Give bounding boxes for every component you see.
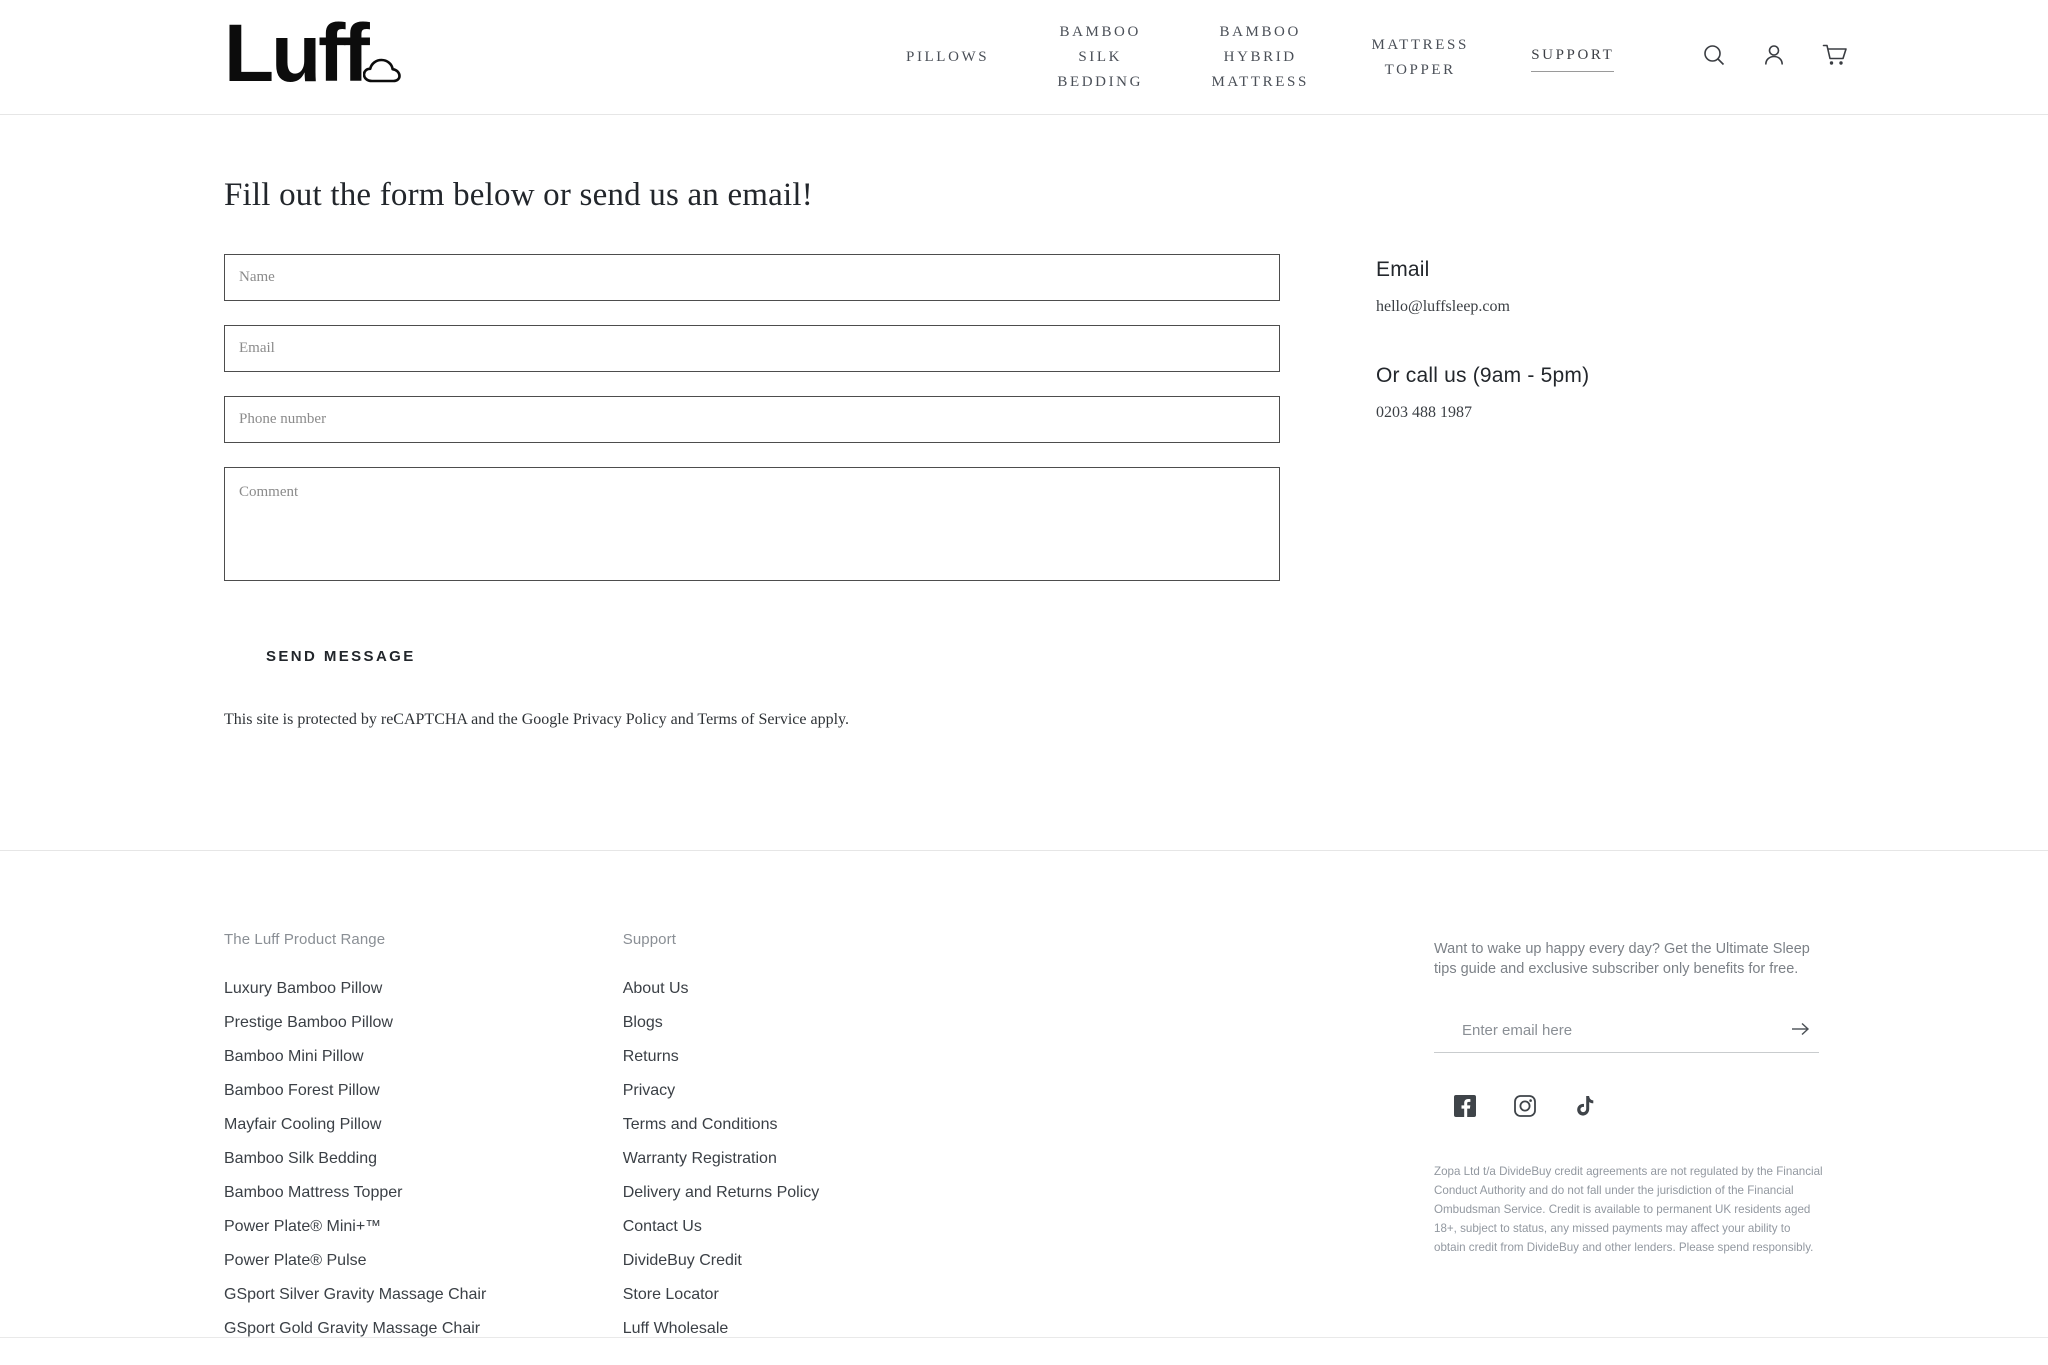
nav-label: MATTRESS TOPPER bbox=[1371, 36, 1469, 78]
footer-link[interactable]: Bamboo Mattress Topper bbox=[224, 1176, 623, 1210]
phone-heading: Or call us (9am - 5pm) bbox=[1376, 364, 1590, 387]
email-block: Email hello@luffsleep.com bbox=[1376, 258, 1589, 316]
footer-link[interactable]: Power Plate® Pulse bbox=[224, 1244, 623, 1278]
email-address[interactable]: hello@luffsleep.com bbox=[1376, 298, 1589, 316]
footer-bottom-divider bbox=[0, 1337, 2048, 1338]
footer-link[interactable]: Warranty Registration bbox=[623, 1142, 1434, 1176]
page-title: Fill out the form below or send us an em… bbox=[224, 177, 813, 213]
footer-link[interactable]: Power Plate® Mini+™ bbox=[224, 1210, 623, 1244]
footer-column-products: The Luff Product Range Luxury Bamboo Pil… bbox=[224, 931, 623, 1346]
footer-link[interactable]: Mayfair Cooling Pillow bbox=[224, 1108, 623, 1142]
footer-column-newsletter: Want to wake up happy every day? Get the… bbox=[1434, 931, 1824, 1346]
facebook-icon[interactable] bbox=[1454, 1095, 1476, 1122]
footer-link[interactable]: Contact Us bbox=[623, 1210, 1434, 1244]
footer-link[interactable]: Bamboo Silk Bedding bbox=[224, 1142, 623, 1176]
name-input[interactable] bbox=[224, 254, 1280, 301]
footer-link[interactable]: Prestige Bamboo Pillow bbox=[224, 1006, 623, 1040]
nav-label: BAMBOO SILK BEDDING bbox=[1057, 24, 1144, 90]
instagram-icon[interactable] bbox=[1514, 1095, 1536, 1122]
newsletter-email-input[interactable] bbox=[1434, 1022, 1734, 1039]
nav-item-pillows[interactable]: PILLOWS bbox=[880, 45, 1015, 70]
nav-item-bamboo-silk-bedding[interactable]: BAMBOO SILK BEDDING bbox=[1015, 20, 1185, 95]
site-header: Luff PILLOWS BAMBOO SILK BEDDING BAMBOO … bbox=[0, 0, 2048, 115]
footer-link[interactable]: Blogs bbox=[623, 1006, 1434, 1040]
page-root: Luff PILLOWS BAMBOO SILK BEDDING BAMBOO … bbox=[0, 0, 2048, 1365]
comment-textarea[interactable] bbox=[224, 467, 1280, 581]
logo-text: Luff bbox=[224, 8, 370, 99]
cart-icon[interactable] bbox=[1822, 43, 1848, 72]
site-footer: The Luff Product Range Luxury Bamboo Pil… bbox=[0, 851, 2048, 1346]
footer-link[interactable]: DivideBuy Credit bbox=[623, 1244, 1434, 1278]
search-icon[interactable] bbox=[1702, 43, 1726, 72]
footer-link[interactable]: Privacy bbox=[623, 1074, 1434, 1108]
email-heading: Email bbox=[1376, 258, 1430, 281]
footer-support-title: Support bbox=[622, 931, 676, 948]
nav-item-support[interactable]: SUPPORT bbox=[1505, 43, 1640, 72]
contact-section: Fill out the form below or send us an em… bbox=[0, 177, 2048, 850]
footer-link[interactable]: Bamboo Mini Pillow bbox=[224, 1040, 623, 1074]
footer-link[interactable]: Returns bbox=[623, 1040, 1434, 1074]
footer-link[interactable]: Terms and Conditions bbox=[623, 1108, 1434, 1142]
nav-item-bamboo-hybrid-mattress[interactable]: BAMBOO HYBRID MATTRESS bbox=[1185, 20, 1335, 95]
newsletter-form bbox=[1434, 1009, 1819, 1053]
header-icon-group bbox=[1702, 0, 1848, 115]
recaptcha-notice: This site is protected by reCAPTCHA and … bbox=[224, 711, 849, 728]
email-input[interactable] bbox=[224, 325, 1280, 372]
nav-label: SUPPORT bbox=[1531, 47, 1615, 63]
contact-layout: SEND MESSAGE This site is protected by r… bbox=[224, 254, 1824, 729]
footer-link[interactable]: About Us bbox=[623, 972, 1434, 1006]
newsletter-description: Want to wake up happy every day? Get the… bbox=[1434, 941, 1810, 977]
user-icon[interactable] bbox=[1762, 43, 1786, 72]
arrow-right-icon bbox=[1791, 1021, 1811, 1040]
newsletter-submit-button[interactable] bbox=[1783, 1017, 1819, 1044]
legal-disclaimer: Zopa Ltd t/a DivideBuy credit agreements… bbox=[1434, 1165, 1823, 1254]
site-logo[interactable]: Luff bbox=[224, 10, 401, 98]
nav-active-underline bbox=[1531, 71, 1615, 72]
footer-column-support: Support About Us Blogs Returns Privacy T… bbox=[623, 931, 1434, 1346]
social-links bbox=[1434, 1095, 1824, 1122]
cloud-icon bbox=[362, 57, 401, 88]
tiktok-icon[interactable] bbox=[1574, 1095, 1594, 1122]
phone-block: Or call us (9am - 5pm) 0203 488 1987 bbox=[1376, 364, 1589, 422]
footer-link[interactable]: GSport Gold Gravity Massage Chair bbox=[224, 1312, 623, 1346]
footer-link[interactable]: Luxury Bamboo Pillow bbox=[224, 972, 623, 1006]
footer-link[interactable]: Luff Wholesale bbox=[623, 1312, 1434, 1346]
footer-link[interactable]: Store Locator bbox=[623, 1278, 1434, 1312]
send-message-button[interactable]: SEND MESSAGE bbox=[252, 638, 430, 675]
phone-input[interactable] bbox=[224, 396, 1280, 443]
footer-link[interactable]: Delivery and Returns Policy bbox=[623, 1176, 1434, 1210]
contact-info: Email hello@luffsleep.com Or call us (9a… bbox=[1376, 254, 1589, 729]
footer-link[interactable]: GSport Silver Gravity Massage Chair bbox=[224, 1278, 623, 1312]
footer-products-title: The Luff Product Range bbox=[224, 931, 386, 948]
footer-link[interactable]: Bamboo Forest Pillow bbox=[224, 1074, 623, 1108]
contact-form: SEND MESSAGE This site is protected by r… bbox=[224, 254, 1280, 729]
nav-label: BAMBOO HYBRID MATTRESS bbox=[1211, 24, 1309, 90]
phone-number[interactable]: 0203 488 1987 bbox=[1376, 404, 1589, 422]
main-navigation: PILLOWS BAMBOO SILK BEDDING BAMBOO HYBRI… bbox=[880, 0, 1640, 115]
nav-label: PILLOWS bbox=[906, 49, 990, 65]
nav-item-mattress-topper[interactable]: MATTRESS TOPPER bbox=[1335, 33, 1505, 83]
